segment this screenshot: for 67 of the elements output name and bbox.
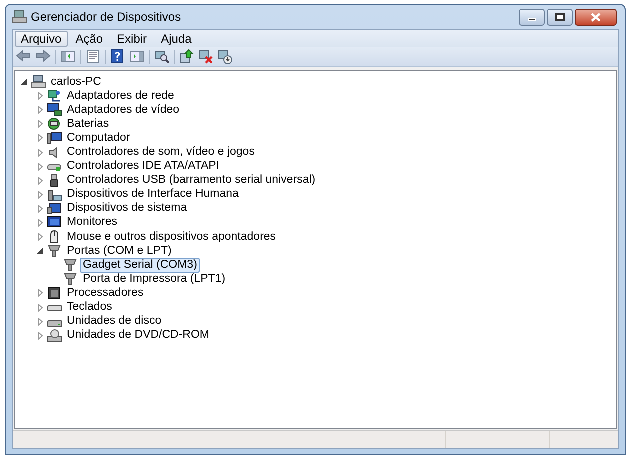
properties-icon[interactable] [85, 49, 101, 64]
processor-icon [47, 286, 63, 300]
tree-item[interactable]: Porta de Impressora (LPT1) [80, 272, 229, 287]
maximize-button[interactable] [547, 8, 573, 26]
tree-item[interactable]: Unidades de DVD/CD-ROM [64, 328, 213, 344]
expanded-arrow-icon[interactable] [37, 248, 43, 254]
tree-item[interactable]: Portas (COM e LPT) [64, 244, 175, 259]
computer-icon [31, 75, 47, 90]
scan-hardware-icon[interactable] [154, 49, 170, 64]
collapsed-arrow-icon[interactable] [38, 304, 42, 312]
minimize-button[interactable] [519, 8, 545, 26]
menu-item[interactable]: Ajuda [155, 30, 198, 46]
close-icon [591, 12, 601, 22]
collapsed-arrow-icon[interactable] [38, 148, 42, 157]
port-connector-icon [47, 244, 63, 258]
menu-item[interactable]: Ação [70, 30, 110, 46]
tree-item[interactable]: Adaptadores de vídeo [64, 102, 183, 118]
help-icon[interactable] [110, 49, 126, 64]
menu-item[interactable]: Exibir [111, 30, 154, 46]
optical-drive-icon [47, 328, 63, 343]
collapsed-arrow-icon[interactable] [38, 318, 42, 326]
collapsed-arrow-icon[interactable] [38, 134, 42, 142]
uninstall-icon[interactable] [198, 49, 214, 64]
disable-device-icon[interactable] [217, 49, 233, 64]
monitor-icon [47, 216, 63, 230]
tree-item[interactable]: Controladores de som, vídeo e jogos [64, 145, 258, 160]
computer-icon [47, 131, 63, 146]
tree-item[interactable]: Unidades de disco [64, 314, 165, 330]
close-button[interactable] [575, 8, 617, 26]
tree-item[interactable]: Gadget Serial (COM3) [80, 258, 200, 273]
tree-item[interactable]: Baterias [64, 116, 112, 132]
menu-item[interactable]: Arquivo [15, 30, 68, 46]
collapsed-arrow-icon[interactable] [38, 204, 42, 213]
tree-item[interactable]: Processadores [64, 286, 147, 301]
minimize-icon [528, 18, 536, 21]
collapsed-arrow-icon[interactable] [38, 92, 42, 100]
collapsed-arrow-icon[interactable] [38, 332, 42, 340]
tree-item[interactable]: Dispositivos de Interface Humana [64, 187, 242, 202]
tree-item[interactable]: Adaptadores de rede [64, 88, 178, 104]
collapsed-arrow-icon[interactable] [38, 218, 42, 227]
collapsed-arrow-icon[interactable] [38, 120, 42, 128]
collapsed-arrow-icon[interactable] [38, 233, 42, 242]
collapsed-arrow-icon[interactable] [38, 162, 42, 171]
forward-arrow-icon[interactable] [35, 49, 51, 64]
update-driver-icon[interactable] [179, 49, 195, 64]
tree-item[interactable]: Computador [64, 130, 134, 146]
tree-item[interactable]: Monitores [64, 215, 120, 230]
tree-item[interactable]: Dispositivos de sistema [64, 201, 190, 216]
back-arrow-icon[interactable] [16, 49, 32, 64]
tree-item[interactable]: Controladores IDE ATA/ATAPI [64, 159, 223, 174]
tree-item[interactable]: Mouse e outros dispositivos apontadores [64, 230, 280, 245]
port-connector-icon [63, 258, 79, 272]
window-title: Gerenciador de Dispositivos [31, 9, 182, 26]
tree-item[interactable]: Controladores USB (barramento serial universal) [64, 173, 319, 188]
monitor-icon [47, 103, 63, 118]
expanded-arrow-icon[interactable] [21, 79, 27, 86]
tree-item[interactable]: Teclados [64, 300, 116, 316]
pane-icon[interactable] [60, 49, 76, 64]
collapsed-arrow-icon[interactable] [38, 190, 42, 199]
collapsed-arrow-icon[interactable] [38, 106, 42, 114]
tree-item[interactable]: carlos-PC [48, 74, 104, 90]
computer-icon [12, 10, 28, 24]
collapsed-arrow-icon[interactable] [38, 176, 42, 185]
collapsed-arrow-icon[interactable] [38, 289, 42, 298]
port-connector-icon [63, 272, 79, 286]
network-icon [47, 89, 63, 104]
maximize-icon [555, 13, 565, 21]
